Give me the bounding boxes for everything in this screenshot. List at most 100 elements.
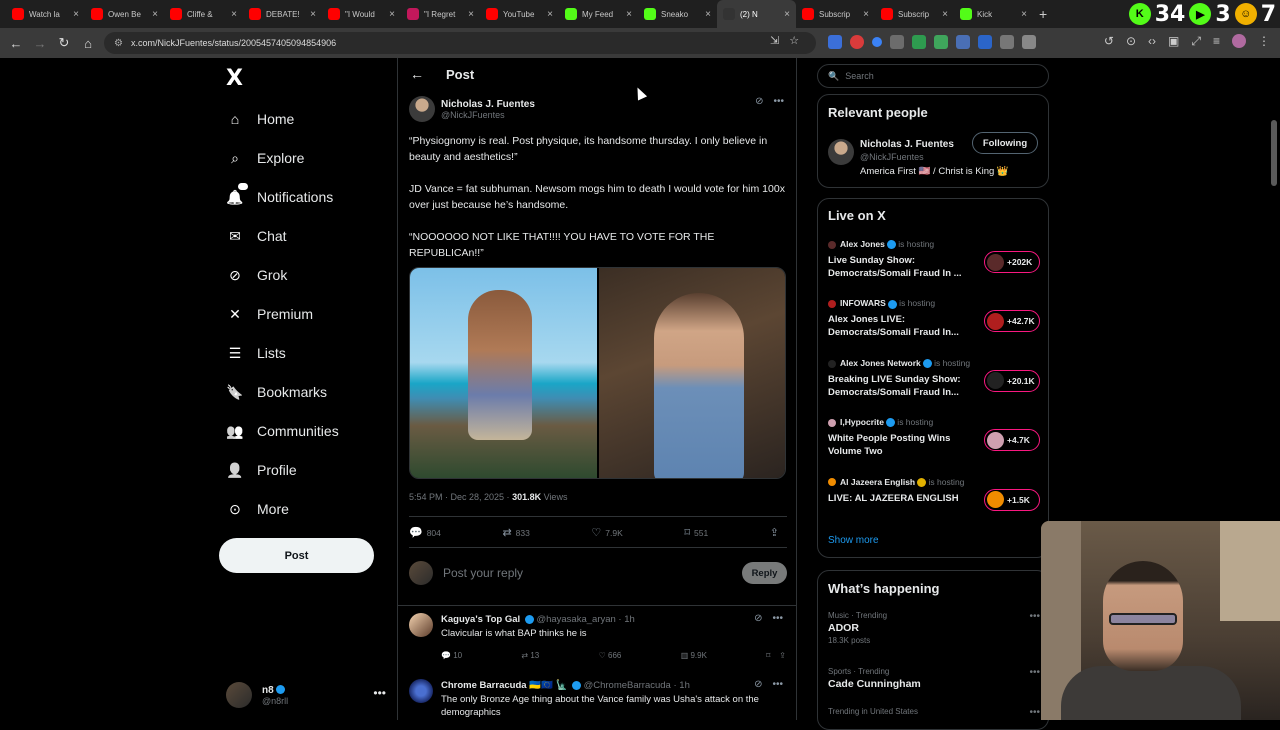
- browser-tab[interactable]: DEBATE! ×: [243, 0, 322, 28]
- tab-close-icon[interactable]: ×: [152, 9, 158, 20]
- tab-close-icon[interactable]: ×: [231, 9, 237, 20]
- back-arrow-icon[interactable]: ←: [410, 66, 424, 82]
- extension-icon[interactable]: [872, 37, 882, 47]
- face-extension-icon[interactable]: ☺: [1234, 3, 1257, 25]
- browser-tab[interactable]: (2) N ×: [717, 0, 796, 28]
- tab-close-icon[interactable]: ×: [468, 9, 474, 20]
- tab-close-icon[interactable]: ×: [863, 9, 869, 20]
- tab-close-icon[interactable]: ×: [547, 9, 553, 20]
- back-icon[interactable]: ←: [4, 36, 28, 51]
- play-icon[interactable]: ▶: [1189, 3, 1212, 25]
- nav-item-chat[interactable]: ✉ Chat: [226, 221, 286, 251]
- bookmark-icon[interactable]: ⌑: [766, 651, 770, 660]
- tab-close-icon[interactable]: ×: [1021, 9, 1027, 20]
- reply-input[interactable]: Post your reply: [443, 566, 523, 580]
- extension-icon[interactable]: [912, 35, 926, 49]
- split-icon[interactable]: ≡: [1213, 34, 1220, 49]
- tab-close-icon[interactable]: ×: [73, 9, 79, 20]
- grok-icon[interactable]: ⊘: [754, 679, 762, 690]
- more-dots-icon[interactable]: •••: [772, 679, 783, 690]
- avatar[interactable]: [409, 679, 433, 703]
- views-stat[interactable]: ▥ 9.9K: [681, 651, 707, 660]
- share-icon[interactable]: ⇪: [779, 651, 786, 660]
- nav-item-grok[interactable]: ⊘ Grok: [226, 260, 287, 290]
- devtools-icon[interactable]: ‹›: [1148, 34, 1156, 49]
- tab-close-icon[interactable]: ×: [705, 9, 711, 20]
- reload-icon[interactable]: ↻: [52, 35, 76, 51]
- more-dots-icon[interactable]: •••: [772, 613, 783, 624]
- post-author[interactable]: Nicholas J. Fuentes @NickJFuentes: [409, 96, 535, 122]
- reply-item[interactable]: Chrome Barracuda 🇺🇦🇪🇺 🗽 @ChromeBarracuda…: [409, 679, 787, 719]
- browser-tab[interactable]: "I Regret ×: [401, 0, 480, 28]
- trend-item[interactable]: Trending in United States •••: [828, 707, 1040, 718]
- install-icon[interactable]: ⇲: [770, 34, 779, 47]
- star-icon[interactable]: ☆: [789, 34, 799, 47]
- browser-tab[interactable]: Kick ×: [954, 0, 1033, 28]
- browser-tab[interactable]: Subscrip ×: [796, 0, 875, 28]
- post-media[interactable]: [409, 267, 786, 479]
- reply-handle[interactable]: @ChromeBarracuda · 1h: [584, 680, 690, 691]
- browser-tab[interactable]: YouTube ×: [480, 0, 559, 28]
- avatar[interactable]: [828, 139, 854, 165]
- extension-icon[interactable]: [828, 35, 842, 49]
- extension-icon[interactable]: [934, 35, 948, 49]
- browser-tab[interactable]: "I Would ×: [322, 0, 401, 28]
- live-listeners-pill[interactable]: +20.1K: [984, 369, 1040, 392]
- live-listeners-pill[interactable]: +42.7K: [984, 310, 1040, 333]
- like-stat[interactable]: ♡ 666: [599, 651, 622, 660]
- x-logo[interactable]: X: [226, 66, 243, 91]
- nav-item-notifications[interactable]: 🔔 2 Notifications: [226, 182, 333, 212]
- media-image-beach[interactable]: [410, 268, 597, 478]
- search-input[interactable]: 🔍 Search: [817, 64, 1049, 88]
- like-stat[interactable]: ♡ 7.9K: [591, 526, 622, 539]
- tab-close-icon[interactable]: ×: [389, 9, 395, 20]
- live-item[interactable]: Alex Jones is hosting Live Sunday Show: D…: [828, 239, 1040, 289]
- browser-tab[interactable]: Watch la ×: [6, 0, 85, 28]
- reply-author[interactable]: Kaguya's Top Gal: [441, 614, 520, 625]
- nav-item-explore[interactable]: ⌕ Explore: [226, 143, 304, 173]
- browser-tab[interactable]: My Feed ×: [559, 0, 638, 28]
- avatar[interactable]: [409, 613, 433, 637]
- reply-stat[interactable]: 💬 10: [441, 651, 462, 660]
- nav-item-lists[interactable]: ☰ Lists: [226, 338, 286, 368]
- show-more-link[interactable]: Show more: [828, 535, 879, 546]
- tab-close-icon[interactable]: ×: [784, 9, 790, 20]
- share-icon[interactable]: ⇪: [770, 526, 779, 539]
- nav-item-more[interactable]: ⊙ More: [226, 494, 289, 524]
- nav-item-bookmarks[interactable]: 🔖 Bookmarks: [226, 377, 327, 407]
- extension-icon[interactable]: [978, 35, 992, 49]
- more-dots-icon[interactable]: •••: [1029, 611, 1040, 622]
- live-listeners-pill[interactable]: +202K: [984, 251, 1040, 273]
- nav-item-premium[interactable]: ✕ Premium: [226, 299, 313, 329]
- kick-extension-icon[interactable]: K: [1128, 3, 1151, 25]
- bookmark-stat[interactable]: ⌑ 551: [684, 526, 708, 539]
- avatar[interactable]: [409, 96, 435, 122]
- author-name[interactable]: Nicholas J. Fuentes: [441, 99, 535, 110]
- nav-item-profile[interactable]: 👤 Profile: [226, 455, 296, 485]
- downloads-icon[interactable]: ⊙: [1126, 34, 1136, 49]
- post-button[interactable]: Post: [219, 538, 374, 573]
- tab-close-icon[interactable]: ×: [310, 9, 316, 20]
- author-handle[interactable]: @NickJFuentes: [441, 110, 535, 120]
- reply-button[interactable]: Reply: [742, 562, 787, 584]
- reply-item[interactable]: Kaguya's Top Gal @hayasaka_aryan · 1h ⊘ •…: [409, 613, 787, 669]
- reply-author[interactable]: Chrome Barracuda 🇺🇦🇪🇺 🗽: [441, 680, 567, 691]
- site-info-icon[interactable]: ⚙: [114, 38, 123, 49]
- live-item[interactable]: INFOWARS is hosting Alex Jones LIVE: Demo…: [828, 298, 1040, 348]
- following-button[interactable]: Following: [972, 132, 1038, 154]
- media-image-portrait[interactable]: [599, 268, 785, 478]
- screenshot-icon[interactable]: ⤢: [1191, 34, 1201, 49]
- reply-stat[interactable]: 💬 804: [409, 526, 441, 539]
- url-field[interactable]: ⚙ x.com/NickJFuentes/status/200545740509…: [104, 32, 816, 54]
- relevant-handle[interactable]: @NickJFuentes: [860, 152, 924, 162]
- reply-handle[interactable]: @hayasaka_aryan · 1h: [536, 614, 634, 625]
- extension-icon[interactable]: [956, 35, 970, 49]
- live-listeners-pill[interactable]: +1.5K: [984, 488, 1040, 511]
- more-dots-icon[interactable]: •••: [373, 686, 386, 700]
- tab-close-icon[interactable]: ×: [626, 9, 632, 20]
- history-icon[interactable]: ↺: [1104, 34, 1114, 49]
- account-switcher[interactable]: n8 @n8rll •••: [226, 678, 386, 712]
- new-tab-button[interactable]: +: [1039, 6, 1047, 22]
- post-time[interactable]: 5:54 PM · Dec 28, 2025 ·: [409, 492, 512, 502]
- extension-icon[interactable]: [850, 35, 864, 49]
